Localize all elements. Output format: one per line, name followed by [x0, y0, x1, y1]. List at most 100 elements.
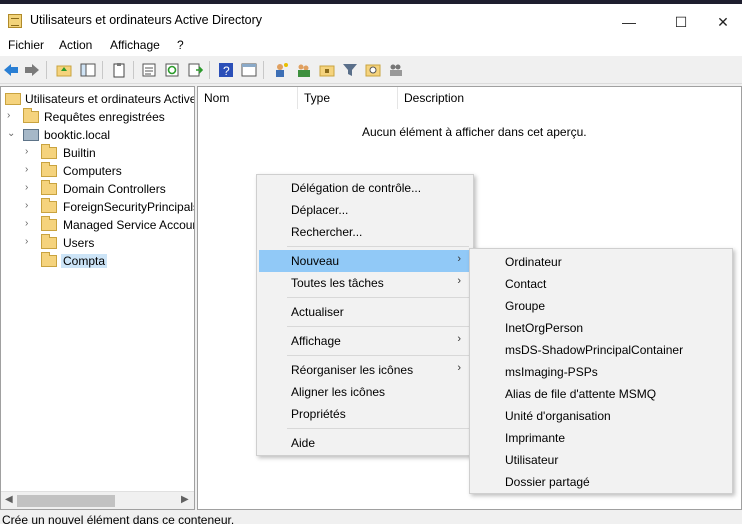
menu-item-reorganiser-icones[interactable]: Réorganiser les icônes ›: [259, 359, 471, 381]
menu-item-proprietes[interactable]: Propriétés: [259, 403, 471, 425]
domain-icon: [23, 129, 39, 141]
help-icon[interactable]: ?: [218, 62, 234, 78]
clipboard-icon[interactable]: [111, 62, 127, 78]
tree-item-label: Utilisateurs et ordinateurs Active Direc…: [25, 92, 195, 106]
scroll-left-icon[interactable]: ◀: [5, 494, 13, 505]
toolbar-separator: [133, 61, 134, 79]
tree-item-domain-controllers[interactable]: › Domain Controllers: [1, 180, 194, 198]
toolbar-separator: [209, 61, 210, 79]
status-text: Crée un nouvel élément dans ce conteneur…: [2, 513, 235, 524]
column-header-description[interactable]: Description: [398, 87, 741, 109]
folder-icon: [41, 144, 57, 159]
submenu-nouveau: Ordinateur Contact Groupe InetOrgPerson …: [469, 248, 733, 494]
tree-item-saved-queries[interactable]: › Requêtes enregistrées: [1, 108, 194, 126]
expand-icon[interactable]: ›: [25, 236, 35, 247]
submenu-item-dossier-partage[interactable]: Dossier partagé: [472, 471, 730, 493]
toolbar-separator: [46, 61, 47, 79]
tree-item-compta[interactable]: Compta: [1, 252, 194, 270]
menu-separator: [287, 355, 469, 356]
submenu-item-imprimante[interactable]: Imprimante: [472, 427, 730, 449]
column-header-type[interactable]: Type: [298, 87, 398, 109]
menu-separator: [287, 246, 469, 247]
filter-icon[interactable]: [342, 62, 358, 78]
tree-item-label: Managed Service Accounts: [63, 218, 195, 232]
expand-icon[interactable]: ›: [25, 182, 35, 193]
menu-item-nouveau[interactable]: Nouveau ›: [259, 250, 471, 272]
menu-item-delegation[interactable]: Délégation de contrôle...: [259, 177, 471, 199]
menu-item-affichage[interactable]: Affichage ›: [259, 330, 471, 352]
tree-item-label: Builtin: [63, 146, 96, 160]
menu-action[interactable]: Action: [59, 38, 92, 52]
new-group-icon[interactable]: [296, 62, 312, 78]
menu-item-label: Nouveau: [291, 254, 340, 268]
menu-item-label: Unité d'organisation: [505, 409, 611, 423]
menu-affichage[interactable]: Affichage: [110, 38, 160, 52]
show-tree-icon[interactable]: [80, 62, 96, 78]
tree-item-domain[interactable]: ⌄ booktic.local: [1, 126, 194, 144]
menu-item-toutes-les-taches[interactable]: Toutes les tâches ›: [259, 272, 471, 294]
title-bar: Utilisateurs et ordinateurs Active Direc…: [0, 0, 742, 36]
menu-item-label: Aligner les icônes: [291, 385, 386, 399]
tree-item-managed-service-accounts[interactable]: › Managed Service Accounts: [1, 216, 195, 234]
tree-root[interactable]: Utilisateurs et ordinateurs Active Direc…: [1, 90, 195, 108]
status-bar: Crée un nouvel élément dans ce conteneur…: [0, 510, 742, 524]
expand-icon[interactable]: ›: [25, 146, 35, 157]
scroll-right-icon[interactable]: ▶: [181, 494, 189, 505]
menu-bar: Fichier Action Affichage ?: [0, 36, 742, 56]
submenu-item-utilisateur[interactable]: Utilisateur: [472, 449, 730, 471]
tree-horizontal-scrollbar[interactable]: ◀ ▶: [1, 491, 194, 509]
folder-icon: [41, 216, 57, 231]
expand-icon[interactable]: ›: [25, 164, 35, 175]
scrollbar-thumb[interactable]: [17, 495, 115, 507]
close-button[interactable]: ✕: [700, 8, 742, 36]
submenu-item-ordinateur[interactable]: Ordinateur: [472, 251, 730, 273]
menu-item-label: Toutes les tâches: [291, 276, 384, 290]
toolbar-separator: [263, 61, 264, 79]
maximize-button[interactable]: ☐: [658, 8, 704, 36]
find-icon[interactable]: [365, 62, 381, 78]
tree-item-label: Domain Controllers: [63, 182, 166, 196]
menu-item-label: Affichage: [291, 334, 341, 348]
submenu-item-inetorgperson[interactable]: InetOrgPerson: [472, 317, 730, 339]
menu-item-deplacer[interactable]: Déplacer...: [259, 199, 471, 221]
refresh-icon[interactable]: [164, 62, 180, 78]
back-icon[interactable]: [3, 62, 19, 78]
window-title: Utilisateurs et ordinateurs Active Direc…: [30, 13, 263, 27]
tree-item-foreign-security-principals[interactable]: › ForeignSecurityPrincipals: [1, 198, 194, 216]
properties-icon[interactable]: [141, 62, 157, 78]
menu-item-aide[interactable]: Aide: [259, 432, 471, 454]
forward-icon[interactable]: [24, 62, 40, 78]
add-to-group-icon[interactable]: [388, 62, 404, 78]
tree-item-users[interactable]: › Users: [1, 234, 194, 252]
minimize-button[interactable]: —: [606, 8, 652, 36]
submenu-item-msmq-alias[interactable]: Alias de file d'attente MSMQ: [472, 383, 730, 405]
export-list-icon[interactable]: [187, 62, 203, 78]
expand-icon[interactable]: ›: [7, 110, 17, 121]
submenu-item-contact[interactable]: Contact: [472, 273, 730, 295]
folder-icon: [41, 162, 57, 177]
expand-icon[interactable]: ›: [25, 200, 35, 211]
menu-item-aligner-icones[interactable]: Aligner les icônes: [259, 381, 471, 403]
up-folder-icon[interactable]: [56, 62, 72, 78]
submenu-item-msds-shadow[interactable]: msDS-ShadowPrincipalContainer: [472, 339, 730, 361]
menu-item-label: Déplacer...: [291, 203, 349, 217]
submenu-item-msimaging[interactable]: msImaging-PSPs: [472, 361, 730, 383]
new-user-icon[interactable]: [273, 62, 289, 78]
collapse-icon[interactable]: ⌄: [7, 128, 17, 139]
submenu-item-unite-organisation[interactable]: Unité d'organisation: [472, 405, 730, 427]
menu-item-rechercher[interactable]: Rechercher...: [259, 221, 471, 243]
column-header-nom[interactable]: Nom: [198, 87, 298, 109]
expand-icon[interactable]: ›: [25, 218, 35, 229]
tree-item-builtin[interactable]: › Builtin: [1, 144, 194, 162]
menu-item-actualiser[interactable]: Actualiser: [259, 301, 471, 323]
tree-item-computers[interactable]: › Computers: [1, 162, 194, 180]
menu-item-label: Ordinateur: [505, 255, 562, 269]
tree-pane[interactable]: Utilisateurs et ordinateurs Active Direc…: [0, 86, 195, 510]
submenu-item-groupe[interactable]: Groupe: [472, 295, 730, 317]
new-ou-icon[interactable]: [319, 62, 335, 78]
menu-fichier[interactable]: Fichier: [8, 38, 44, 52]
console-view-icon[interactable]: [241, 62, 257, 78]
menu-help[interactable]: ?: [177, 38, 184, 52]
menu-item-label: Réorganiser les icônes: [291, 363, 414, 377]
menu-item-label: Groupe: [505, 299, 546, 313]
